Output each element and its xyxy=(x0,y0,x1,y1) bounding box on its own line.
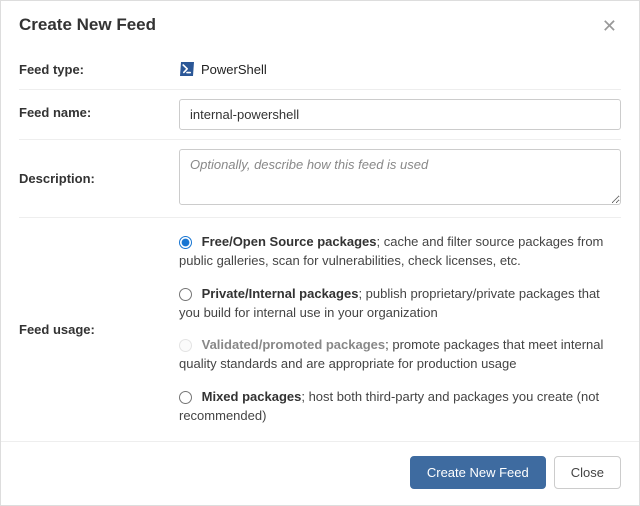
modal-title: Create New Feed xyxy=(19,15,156,35)
usage-radio[interactable] xyxy=(179,391,192,404)
label-feed-name: Feed name: xyxy=(19,99,179,120)
usage-option-title: Private/Internal packages xyxy=(202,286,359,301)
usage-radio[interactable] xyxy=(179,288,192,301)
create-feed-modal: Create New Feed ✕ Feed type: PowerShell xyxy=(0,0,640,506)
usage-option: Free/Open Source packages; cache and fil… xyxy=(179,233,621,271)
label-feed-usage: Feed usage: xyxy=(19,322,179,337)
create-feed-button[interactable]: Create New Feed xyxy=(410,456,546,489)
label-feed-type: Feed type: xyxy=(19,56,179,77)
feed-usage-radio-group: Free/Open Source packages; cache and fil… xyxy=(179,227,621,432)
row-feed-type: Feed type: PowerShell xyxy=(19,47,621,89)
usage-option-title: Mixed packages xyxy=(202,389,302,404)
usage-option-title: Validated/promoted packages xyxy=(202,337,386,352)
modal-header: Create New Feed ✕ xyxy=(1,1,639,47)
feed-type-text: PowerShell xyxy=(201,62,267,77)
usage-option: Private/Internal packages; publish propr… xyxy=(179,285,621,323)
feed-name-input[interactable] xyxy=(179,99,621,130)
powershell-icon xyxy=(179,61,195,77)
close-button[interactable]: Close xyxy=(554,456,621,489)
feed-type-value: PowerShell xyxy=(179,56,267,77)
description-textarea[interactable] xyxy=(179,149,621,205)
usage-radio xyxy=(179,339,192,352)
row-feed-usage: Feed usage: Free/Open Source packages; c… xyxy=(19,217,621,441)
usage-radio[interactable] xyxy=(179,236,192,249)
close-icon[interactable]: ✕ xyxy=(598,15,621,37)
modal-body: Feed type: PowerShell Feed name: xyxy=(1,47,639,441)
modal-footer: Create New Feed Close xyxy=(1,441,639,505)
label-description: Description: xyxy=(19,171,179,186)
row-feed-name: Feed name: xyxy=(19,89,621,139)
usage-option: Validated/promoted packages; promote pac… xyxy=(179,336,621,374)
usage-option: Mixed packages; host both third-party an… xyxy=(179,388,621,426)
row-description: Description: xyxy=(19,139,621,217)
usage-option-title: Free/Open Source packages xyxy=(202,234,377,249)
